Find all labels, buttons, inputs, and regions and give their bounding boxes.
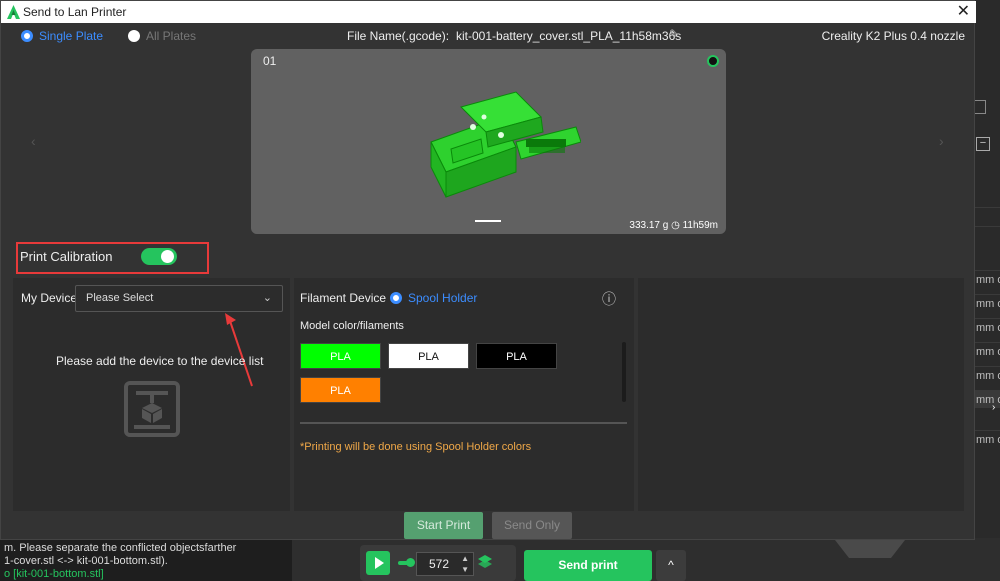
spool-holder-radio-icon[interactable]	[390, 292, 402, 304]
plate-preview: 01 333.17 g ◷ 11h59m	[251, 49, 726, 234]
filament-chip[interactable]: PLA	[300, 377, 381, 403]
dialog-title: Send to Lan Printer	[23, 5, 127, 19]
file-name-value: kit-001-battery_cover.stl_PLA_11h58m36s	[456, 29, 682, 43]
filament-chip[interactable]: PLA	[476, 343, 557, 369]
chevron-right-icon[interactable]: ›	[992, 402, 995, 413]
send-to-lan-printer-dialog: Send to Lan Printer ✕ Single Plate All P…	[0, 0, 976, 540]
send-only-button[interactable]: Send Only	[492, 512, 572, 539]
prev-plate-icon[interactable]: ‹	[31, 133, 36, 149]
chevron-down-icon: ⌄	[262, 292, 272, 304]
filament-device-label: Filament Device	[300, 291, 387, 305]
radio-checked-icon[interactable]	[21, 30, 33, 42]
spool-holder-label[interactable]: Spool Holder	[408, 291, 477, 305]
expand-up-button[interactable]: ^	[656, 550, 686, 581]
console-line: 1-cover.stl <-> kit-001-bottom.stl).	[4, 555, 168, 567]
plate-tabs: Single Plate All Plates File Name(.gcode…	[1, 23, 976, 49]
filament-chip[interactable]: PLA	[388, 343, 469, 369]
printer-label: Creality K2 Plus 0.4 nozzle	[821, 29, 965, 43]
console-line: m. Please separate the conflicted object…	[4, 542, 237, 554]
radio-unchecked-icon[interactable]	[128, 30, 140, 42]
play-button[interactable]	[366, 551, 390, 575]
close-button[interactable]: ✕	[957, 1, 970, 23]
toggle-knob	[161, 250, 174, 263]
creality-logo-icon	[7, 5, 20, 19]
console-line: o [kit-001-bottom.stl]	[4, 568, 104, 580]
empty-device-message: Please add the device to the device list	[56, 354, 264, 368]
all-plates-label: All Plates	[146, 29, 197, 43]
dialog-titlebar: Send to Lan Printer ✕	[1, 1, 976, 23]
start-print-button[interactable]: Start Print	[404, 512, 483, 539]
filament-divider	[300, 422, 627, 424]
plate-number: 01	[263, 54, 277, 68]
file-name-label: File Name(.gcode):	[347, 29, 450, 43]
filament-chip[interactable]: PLA	[300, 343, 381, 369]
console-log: m. Please separate the conflicted object…	[0, 538, 292, 581]
play-icon	[375, 557, 384, 569]
layer-input[interactable]: 572 ▲ ▼	[416, 552, 474, 576]
next-plate-icon[interactable]: ›	[939, 133, 944, 149]
print-calibration-label: Print Calibration	[20, 249, 113, 264]
layer-value: 572	[429, 557, 450, 571]
print-calibration-toggle[interactable]	[141, 248, 177, 265]
layer-toolbar: 572 ▲ ▼	[360, 545, 516, 581]
plate-page-indicator	[475, 220, 501, 222]
info-icon[interactable]: ⓘ	[602, 289, 616, 309]
send-print-button[interactable]: Send print	[524, 550, 652, 581]
red-arrow-annotation	[225, 313, 253, 387]
edit-icon[interactable]: ✎	[669, 27, 679, 41]
status-indicator-icon	[707, 55, 719, 67]
spool-holder-note: *Printing will be done using Spool Holde…	[300, 441, 532, 453]
device-select-value: Please Select	[86, 292, 154, 304]
model-colors-label: Model color/filaments	[300, 320, 404, 332]
filament-scrollbar[interactable]	[622, 342, 626, 402]
slider-knob[interactable]	[406, 558, 415, 567]
stepper-icon[interactable]: ▲ ▼	[461, 553, 469, 575]
my-device-label: My Device	[21, 291, 78, 305]
printer-placeholder-icon	[124, 381, 180, 437]
device-select[interactable]: Please Select ⌄	[75, 285, 283, 312]
model-preview-graphic	[430, 91, 581, 198]
collapse-icon[interactable]: −	[976, 137, 990, 151]
layers-icon[interactable]	[478, 555, 492, 571]
plate-stats: 333.17 g ◷ 11h59m	[629, 220, 718, 231]
single-plate-label: Single Plate	[39, 29, 104, 43]
empty-panel	[638, 278, 964, 511]
